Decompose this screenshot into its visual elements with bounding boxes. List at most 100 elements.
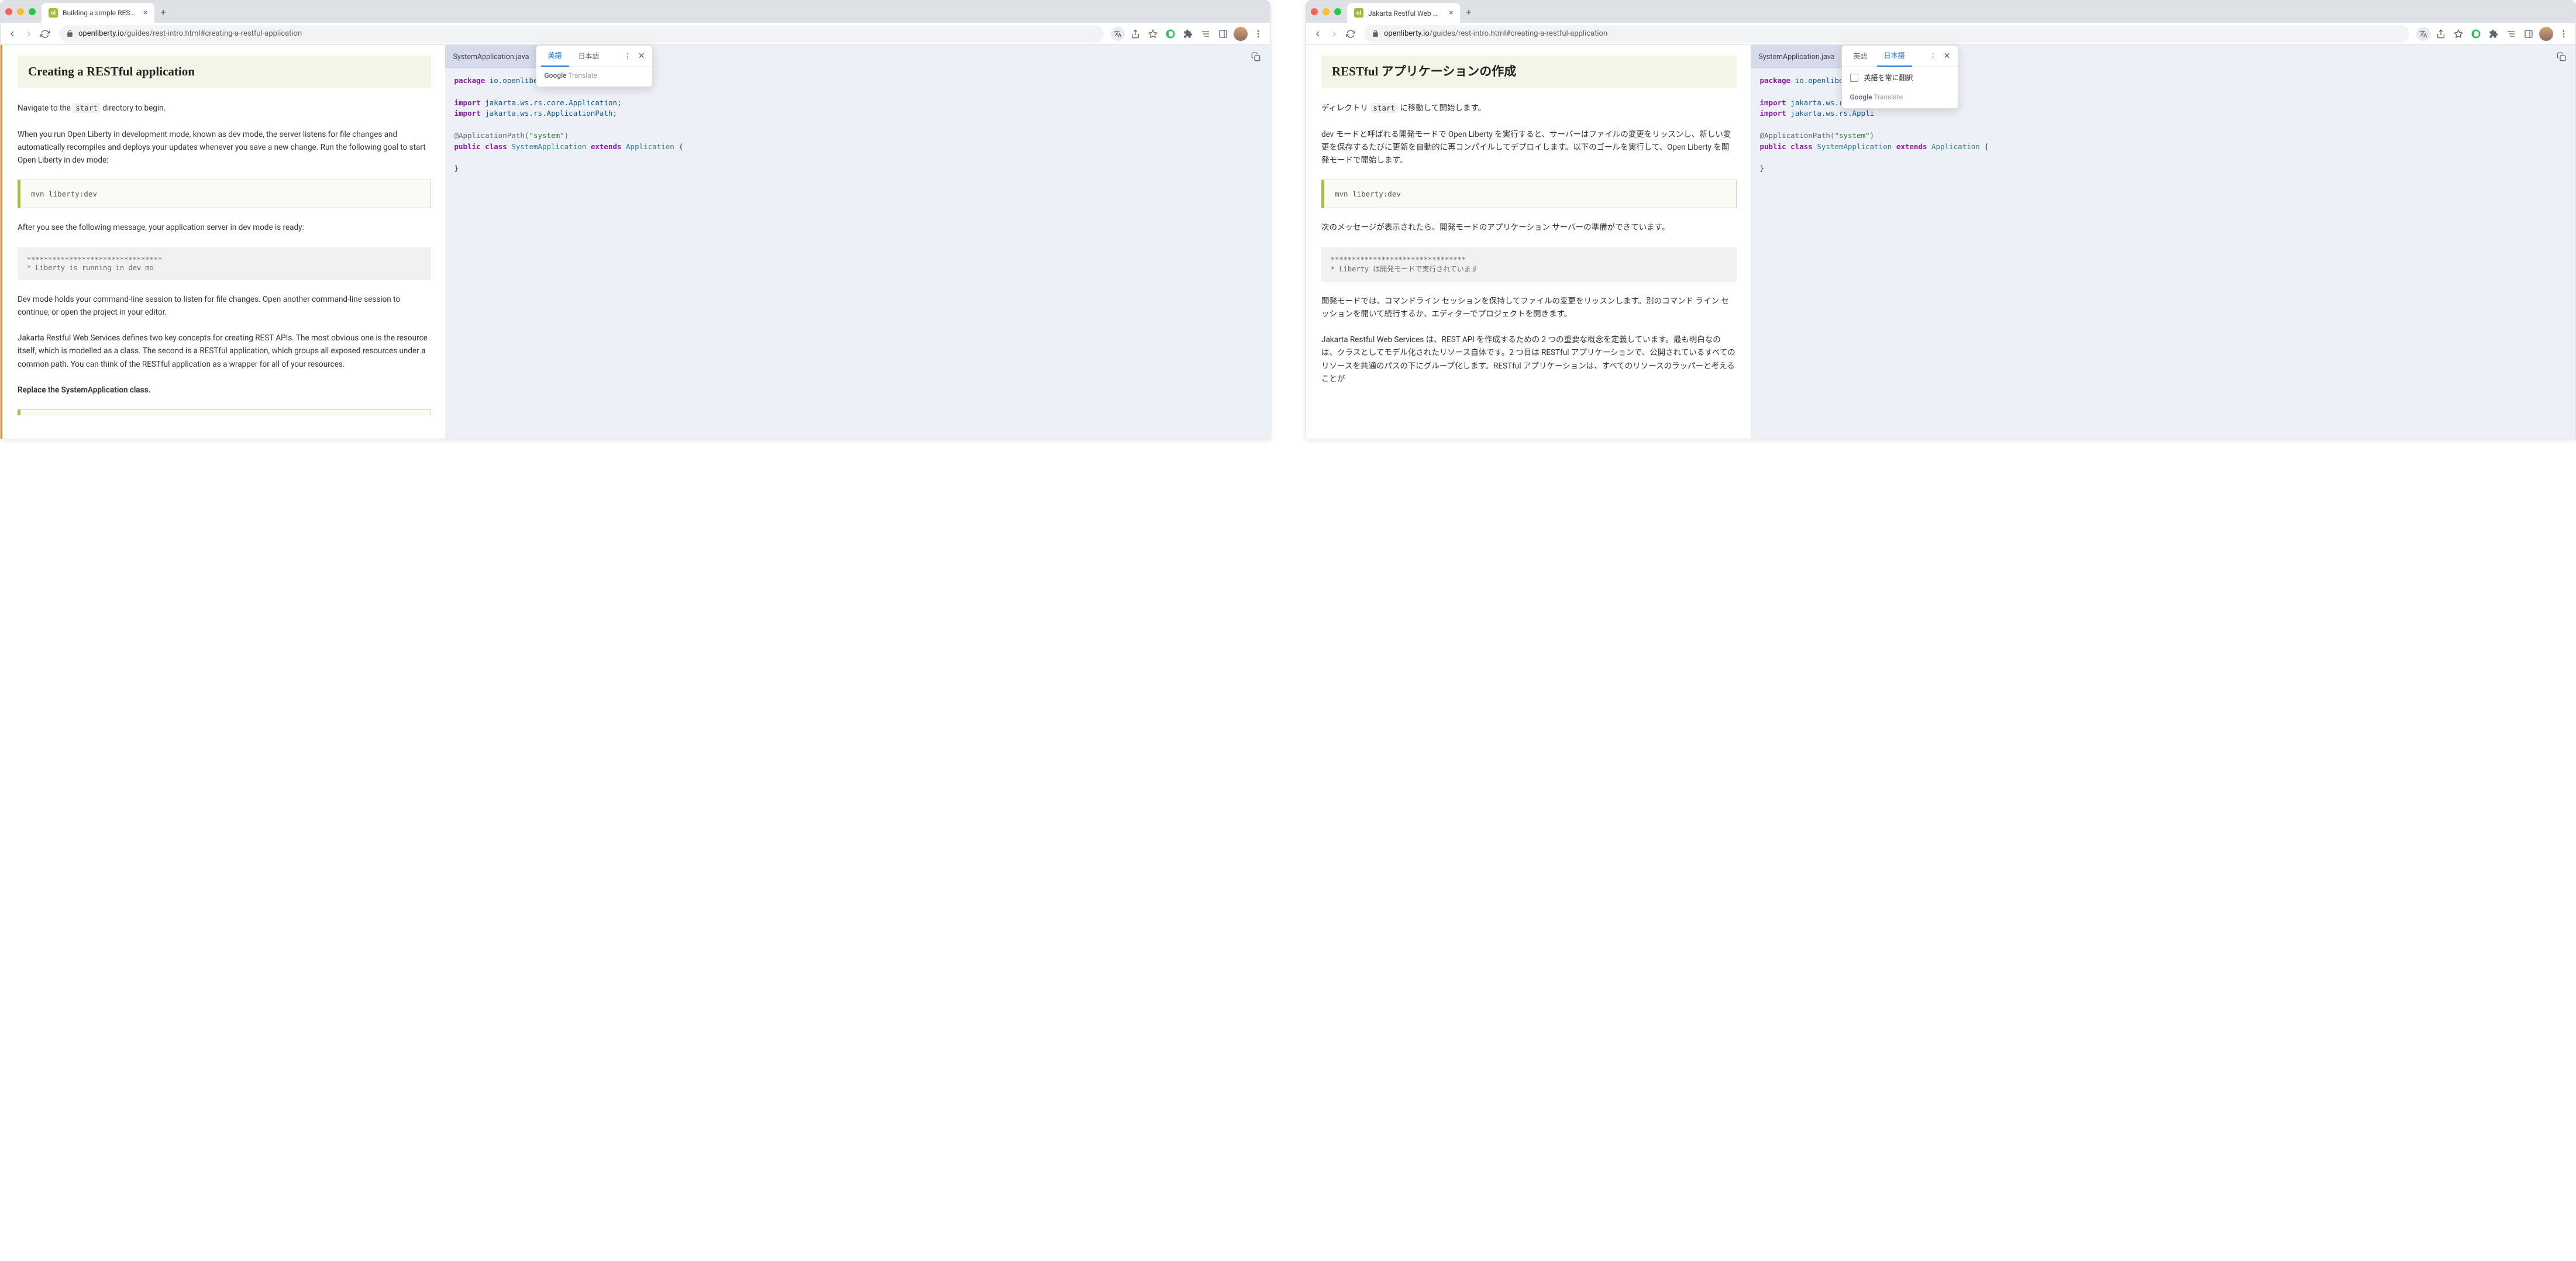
titlebar: ol Building a simple RESTful Java × + xyxy=(1,1,1270,23)
side-panel-icon[interactable] xyxy=(1216,27,1230,41)
new-tab-button[interactable]: + xyxy=(160,6,166,18)
titlebar: ol Jakarta Restful Web サービス ( × + xyxy=(1306,1,2575,23)
lock-icon xyxy=(66,30,74,37)
window-controls xyxy=(1311,8,1341,15)
browser-tab[interactable]: ol Jakarta Restful Web サービス ( × xyxy=(1347,3,1460,23)
translate-tab-japanese[interactable]: 日本語 xyxy=(1877,46,1912,67)
copy-button[interactable] xyxy=(1248,49,1264,65)
code-pane: SystemApplication.java 英語 日本語 ⋮ ✕ 英語を常に翻… xyxy=(1751,45,2576,439)
close-window-button[interactable] xyxy=(1311,8,1318,15)
inline-code: start xyxy=(73,103,101,113)
bookmark-star-icon[interactable] xyxy=(2451,27,2465,41)
extensions-icon[interactable] xyxy=(2487,27,2501,41)
always-translate-row[interactable]: 英語を常に翻訳 xyxy=(1842,67,1958,88)
translate-icon[interactable] xyxy=(2416,27,2430,41)
lock-icon xyxy=(1372,30,1379,37)
page-title: Creating a RESTful application xyxy=(18,56,431,88)
close-tab-button[interactable]: × xyxy=(143,8,147,18)
page-content: Creating a RESTful application Navigate … xyxy=(1,45,1270,439)
paragraph: Jakarta Restful Web Services defines two… xyxy=(18,332,431,371)
browser-window-left: ol Building a simple RESTful Java × + op… xyxy=(0,0,1270,439)
code-tab[interactable]: SystemApplication.java xyxy=(445,45,538,68)
browser-window-right: ol Jakarta Restful Web サービス ( × + openli… xyxy=(1306,0,2576,439)
always-translate-label: 英語を常に翻訳 xyxy=(1864,73,1913,82)
profile-avatar[interactable] xyxy=(2539,27,2553,41)
paragraph: ディレクトリ start に移動して開始します。 xyxy=(1321,102,1737,115)
extensions-icon[interactable] xyxy=(1181,27,1195,41)
paragraph: Dev mode holds your command-line session… xyxy=(18,293,431,319)
paragraph: When you run Open Liberty in development… xyxy=(18,128,431,167)
paragraph: Jakarta Restful Web Services は、REST API … xyxy=(1321,333,1737,385)
back-button[interactable] xyxy=(5,27,19,41)
toolbar-actions xyxy=(1111,27,1265,41)
translate-tab-english[interactable]: 英語 xyxy=(541,46,569,67)
close-tab-button[interactable]: × xyxy=(1449,8,1453,18)
inline-code: start xyxy=(1370,103,1398,113)
address-bar[interactable]: openliberty.io/guides/rest-intro.html#cr… xyxy=(1365,25,2409,43)
paragraph: dev モードと呼ばれる開発モードで Open Liberty を実行すると、サ… xyxy=(1321,128,1737,167)
evernote-extension-icon[interactable] xyxy=(1163,27,1177,41)
translate-icon[interactable] xyxy=(1111,27,1125,41)
tab-title: Building a simple RESTful Java xyxy=(63,9,139,17)
browser-tab[interactable]: ol Building a simple RESTful Java × xyxy=(42,3,154,23)
paragraph: 次のメッセージが表示されたら、開発モードのアプリケーション サーバーの準備ができ… xyxy=(1321,221,1737,234)
article-column: RESTful アプリケーションの作成 ディレクトリ start に移動して開始… xyxy=(1306,45,1751,439)
page-content: RESTful アプリケーションの作成 ディレクトリ start に移動して開始… xyxy=(1306,45,2575,439)
code-block-partial xyxy=(18,409,431,415)
translate-close-button[interactable]: ✕ xyxy=(1941,51,1953,61)
tab-title: Jakarta Restful Web サービス ( xyxy=(1368,8,1444,18)
command-block: mvn liberty:dev xyxy=(18,180,431,208)
log-block: ********************************* Libert… xyxy=(1321,247,1737,282)
side-panel-icon[interactable] xyxy=(2522,27,2536,41)
page-title: RESTful アプリケーションの作成 xyxy=(1321,56,1737,88)
evernote-extension-icon[interactable] xyxy=(2469,27,2483,41)
minimize-window-button[interactable] xyxy=(1323,8,1330,15)
code-pane: SystemApplication.java 英語 日本語 ⋮ ✕ Google… xyxy=(445,45,1270,439)
toolbar-actions xyxy=(2416,27,2571,41)
translate-branding: Google Translate xyxy=(1842,88,1958,108)
translate-close-button[interactable]: ✕ xyxy=(636,51,648,61)
new-tab-button[interactable]: + xyxy=(1466,6,1471,18)
reading-list-icon[interactable] xyxy=(2504,27,2518,41)
forward-button[interactable] xyxy=(1327,27,1341,41)
address-bar[interactable]: openliberty.io/guides/rest-intro.html#cr… xyxy=(59,25,1104,43)
article-column: Creating a RESTful application Navigate … xyxy=(1,45,445,439)
translate-menu-icon[interactable]: ⋮ xyxy=(621,51,633,61)
back-button[interactable] xyxy=(1311,27,1325,41)
chrome-menu-icon[interactable] xyxy=(2557,27,2571,41)
bookmark-star-icon[interactable] xyxy=(1146,27,1160,41)
paragraph: Replace the SystemApplication class. xyxy=(18,384,431,397)
translate-tab-english[interactable]: 英語 xyxy=(1847,46,1875,67)
share-icon[interactable] xyxy=(2434,27,2448,41)
browser-toolbar: openliberty.io/guides/rest-intro.html#cr… xyxy=(1,23,1270,45)
browser-toolbar: openliberty.io/guides/rest-intro.html#cr… xyxy=(1306,23,2575,45)
command-block: mvn liberty:dev xyxy=(1321,180,1737,208)
always-translate-checkbox[interactable] xyxy=(1850,74,1858,82)
translate-tabs: 英語 日本語 ⋮ ✕ xyxy=(536,46,652,67)
translate-branding: Google Translate xyxy=(536,67,652,87)
code-tab[interactable]: SystemApplication.java xyxy=(1751,45,1843,68)
paragraph: 開発モードでは、コマンドライン セッションを保持してファイルの変更をリッスンしま… xyxy=(1321,295,1737,321)
translate-menu-icon[interactable]: ⋮ xyxy=(1927,51,1939,61)
translate-popup: 英語 日本語 ⋮ ✕ 英語を常に翻訳 Google Translate xyxy=(1841,45,1958,109)
paragraph: After you see the following message, you… xyxy=(18,221,431,234)
minimize-window-button[interactable] xyxy=(17,8,24,15)
share-icon[interactable] xyxy=(1128,27,1142,41)
maximize-window-button[interactable] xyxy=(29,8,36,15)
window-controls xyxy=(5,8,36,15)
paragraph: Navigate to the start directory to begin… xyxy=(18,102,431,115)
favicon-icon: ol xyxy=(49,8,58,18)
reload-button[interactable] xyxy=(38,27,52,41)
close-window-button[interactable] xyxy=(5,8,12,15)
translate-tab-japanese[interactable]: 日本語 xyxy=(571,46,607,67)
reload-button[interactable] xyxy=(1344,27,1358,41)
maximize-window-button[interactable] xyxy=(1334,8,1341,15)
translate-tabs: 英語 日本語 ⋮ ✕ xyxy=(1842,46,1958,67)
reading-list-icon[interactable] xyxy=(1199,27,1213,41)
forward-button[interactable] xyxy=(22,27,36,41)
url-text: openliberty.io/guides/rest-intro.html#cr… xyxy=(78,29,302,38)
copy-button[interactable] xyxy=(2553,49,2570,65)
chrome-menu-icon[interactable] xyxy=(1251,27,1265,41)
profile-avatar[interactable] xyxy=(1234,27,1248,41)
url-text: openliberty.io/guides/rest-intro.html#cr… xyxy=(1384,29,1607,38)
